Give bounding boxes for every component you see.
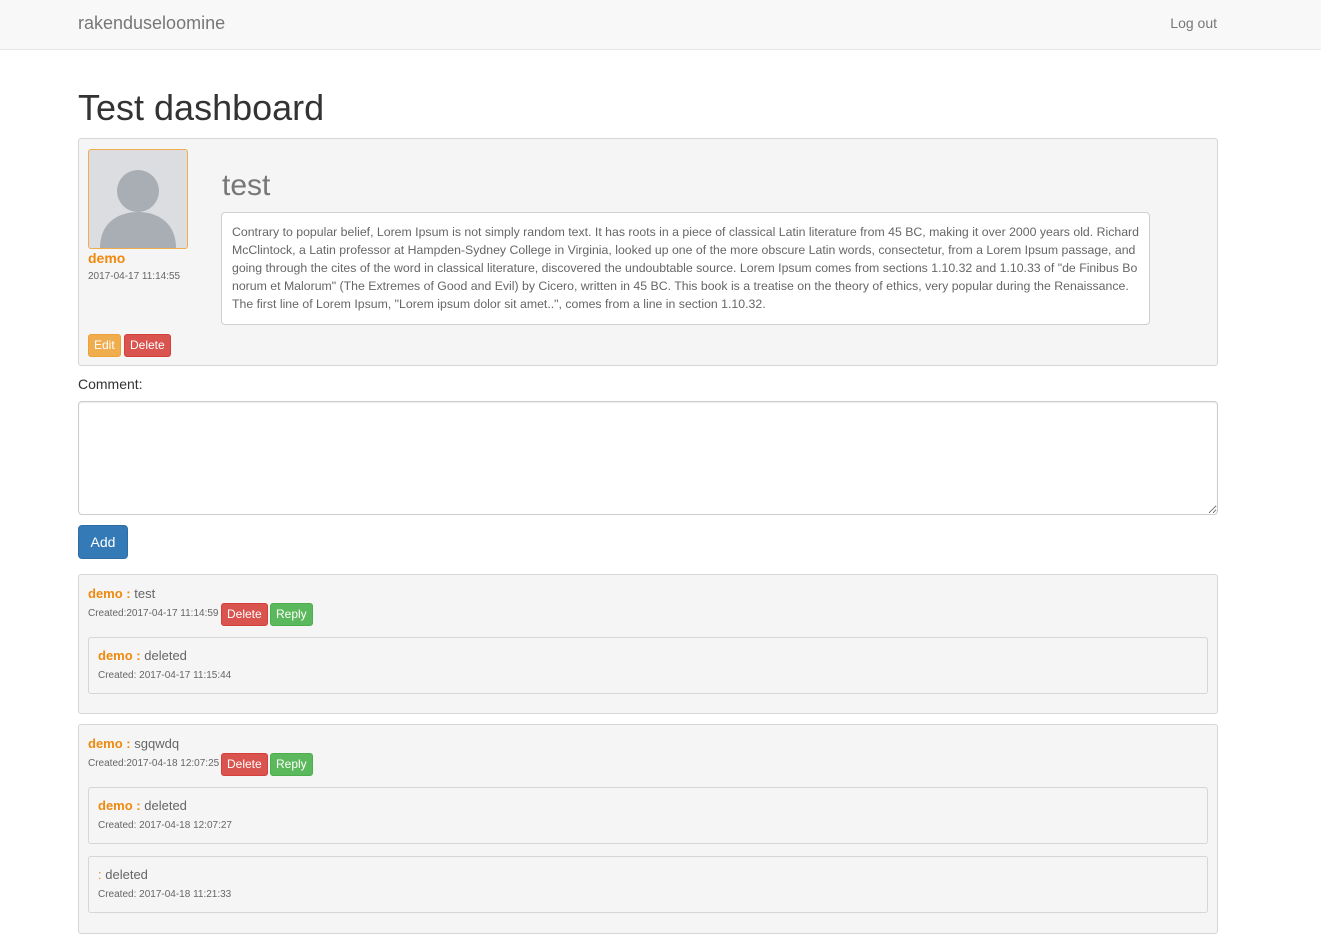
comment-created: Created:2017-04-17 11:14:59 — [88, 608, 219, 619]
comment-created: Created:2017-04-18 12:07:25 — [88, 758, 220, 769]
reply-created: Created: 2017-04-18 11:21:33 — [98, 889, 232, 900]
reply-created: Created: 2017-04-18 12:07:27 — [98, 820, 232, 831]
comment-text: sgqwdq — [134, 736, 180, 751]
comment-text: test — [134, 586, 156, 601]
comment-panel: demo : test Created:2017-04-17 11:14:59 … — [78, 574, 1218, 714]
reply-line: demo : deleted — [98, 648, 187, 663]
reply-line: : deleted — [98, 867, 148, 882]
add-comment-button[interactable]: Add — [78, 525, 128, 559]
comment-panel: demo : sgqwdq Created:2017-04-18 12:07:2… — [78, 724, 1218, 934]
page-title: Test dashboard — [78, 87, 325, 128]
delete-comment-button[interactable]: Delete — [221, 603, 268, 626]
delete-post-button[interactable]: Delete — [124, 334, 171, 357]
reply-text: deleted — [144, 798, 187, 813]
avatar — [88, 149, 188, 249]
reply-author[interactable]: demo : — [98, 648, 141, 663]
reply-comment-button[interactable]: Reply — [270, 603, 313, 626]
comment-label: Comment: — [78, 376, 143, 392]
comment-line: demo : sgqwdq — [88, 736, 179, 751]
comment-textarea[interactable] — [78, 401, 1218, 515]
brand-link[interactable]: rakenduseloomine — [78, 13, 225, 34]
comment-author[interactable]: demo : — [88, 736, 131, 751]
comment-author[interactable]: demo : — [88, 586, 131, 601]
logout-link[interactable]: Log out — [1170, 15, 1217, 31]
user-avatar-icon — [100, 170, 176, 248]
reply-panel: demo : deleted Created: 2017-04-17 11:15… — [88, 637, 1208, 694]
post-panel: demo 2017-04-17 11:14:55 test Contrary t… — [78, 138, 1218, 366]
post-body: Contrary to popular belief, Lorem Ipsum … — [221, 212, 1150, 325]
navbar: rakenduseloomine Log out — [0, 0, 1321, 50]
reply-panel: : deleted Created: 2017-04-18 11:21:33 — [88, 856, 1208, 913]
reply-author[interactable]: demo : — [98, 798, 141, 813]
reply-text: deleted — [144, 648, 187, 663]
comment-line: demo : test — [88, 586, 155, 601]
post-date: 2017-04-17 11:14:55 — [88, 271, 181, 282]
reply-panel: demo : deleted Created: 2017-04-18 12:07… — [88, 787, 1208, 844]
edit-post-button[interactable]: Edit — [88, 334, 121, 357]
reply-line: demo : deleted — [98, 798, 187, 813]
reply-comment-button[interactable]: Reply — [270, 753, 313, 776]
delete-comment-button[interactable]: Delete — [221, 753, 268, 776]
post-title: test — [222, 169, 271, 202]
reply-created: Created: 2017-04-17 11:15:44 — [98, 670, 232, 681]
reply-author[interactable]: : — [98, 867, 102, 882]
post-author[interactable]: demo — [88, 250, 125, 266]
reply-text: deleted — [105, 867, 148, 882]
